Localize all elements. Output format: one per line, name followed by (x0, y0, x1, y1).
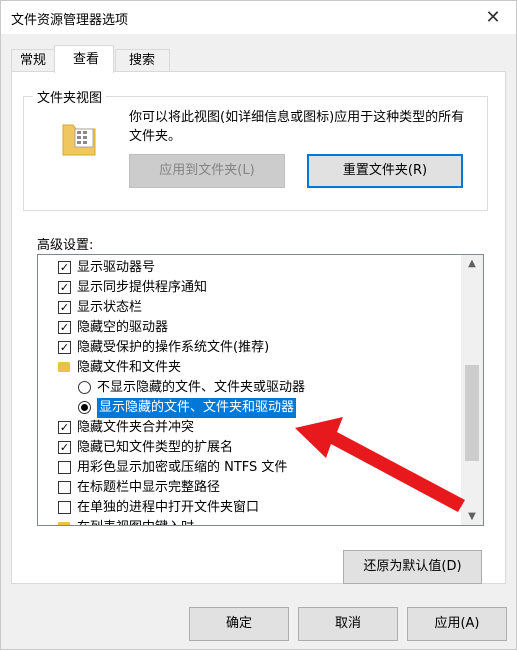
tree-item-label: 在标题栏中显示完整路径 (77, 480, 221, 495)
checkbox-unchecked-icon[interactable] (58, 501, 71, 514)
tree-scrollbar[interactable]: ▲ ▼ (461, 255, 483, 525)
checkbox-checked-icon[interactable]: ✓ (58, 261, 71, 274)
advanced-settings-label: 高级设置: (37, 238, 94, 253)
advanced-settings-tree[interactable]: ✓ 显示驱动器号 ✓ 显示同步提供程序通知 ✓ 显示状态栏 ✓ 隐藏空的驱动器 ✓ 隐藏受保护的操… (37, 254, 484, 526)
checkbox-checked-icon[interactable]: ✓ (58, 441, 71, 454)
tree-item-label: 不显示隐藏的文件、文件夹或驱动器 (97, 380, 306, 395)
folder-icon (58, 362, 70, 372)
apply-button[interactable]: 应用(A) (407, 607, 507, 641)
tree-group-row: 在列表视图中键入时 (38, 518, 463, 525)
reset-folders-button[interactable]: 重置文件夹(R) (307, 154, 463, 188)
tree-item-label: 在单独的进程中打开文件夹窗口 (77, 500, 260, 515)
checkbox-option-row[interactable]: ✓ 显示状态栏 (38, 298, 463, 318)
checkbox-option-row[interactable]: ✓ 隐藏文件夹合并冲突 (38, 418, 463, 438)
tab-label: 搜索 (129, 53, 156, 68)
close-icon[interactable]: ✕ (470, 1, 516, 34)
folder-view-icon (62, 124, 96, 156)
tree-item-label: 显示状态栏 (77, 300, 143, 315)
checkbox-option-row[interactable]: ✓ 隐藏空的驱动器 (38, 318, 463, 338)
checkbox-checked-icon[interactable]: ✓ (58, 341, 71, 354)
radio-option-row[interactable]: 显示隐藏的文件、文件夹和驱动器 (38, 398, 463, 418)
scroll-up-icon[interactable]: ▲ (461, 255, 483, 272)
tree-item-label: 用彩色显示加密或压缩的 NTFS 文件 (77, 460, 288, 475)
checkbox-option-row[interactable]: 用彩色显示加密或压缩的 NTFS 文件 (38, 458, 463, 478)
tab-search[interactable]: 搜索 (115, 49, 170, 72)
cancel-button[interactable]: 取消 (298, 607, 398, 641)
apply-to-folders-button[interactable]: 应用到文件夹(L) (129, 154, 285, 188)
tree-item-label: 隐藏受保护的操作系统文件(推荐) (77, 340, 270, 355)
tree-item-label: 隐藏已知文件类型的扩展名 (77, 440, 234, 455)
tree-group-row: 隐藏文件和文件夹 (38, 358, 463, 378)
window-title: 文件资源管理器选项 (11, 13, 129, 28)
checkbox-unchecked-icon[interactable] (58, 481, 71, 494)
checkbox-option-row[interactable]: ✓ 显示同步提供程序通知 (38, 278, 463, 298)
tab-label: 查看 (73, 52, 100, 67)
title-bar: 文件资源管理器选项 ✕ (1, 1, 516, 34)
tree-item-label: 显示同步提供程序通知 (77, 280, 208, 295)
folder-icon (58, 522, 70, 525)
radio-option-row[interactable]: 不显示隐藏的文件、文件夹或驱动器 (38, 378, 463, 398)
checkbox-option-row[interactable]: ✓ 隐藏受保护的操作系统文件(推荐) (38, 338, 463, 358)
checkbox-option-row[interactable]: ✓ 隐藏已知文件类型的扩展名 (38, 438, 463, 458)
checkbox-unchecked-icon[interactable] (58, 461, 71, 474)
checkbox-checked-icon[interactable]: ✓ (58, 281, 71, 294)
ok-button[interactable]: 确定 (189, 607, 289, 641)
restore-defaults-button[interactable]: 还原为默认值(D) (343, 550, 482, 584)
scroll-thumb[interactable] (465, 365, 479, 461)
tree-item-label: 隐藏空的驱动器 (77, 320, 169, 335)
checkbox-checked-icon[interactable]: ✓ (58, 301, 71, 314)
checkbox-checked-icon[interactable]: ✓ (58, 321, 71, 334)
folder-views-label: 文件夹视图 (33, 87, 107, 106)
checkbox-option-row[interactable]: 在单独的进程中打开文件夹窗口 (38, 498, 463, 518)
folder-views-description: 你可以将此视图(如详细信息或图标)应用于这种类型的所有文件夹。 (129, 110, 465, 144)
radio-selected-icon[interactable] (78, 401, 91, 414)
radio-unselected-icon[interactable] (78, 381, 91, 394)
checkbox-checked-icon[interactable]: ✓ (58, 421, 71, 434)
tree-item-label: 隐藏文件夹合并冲突 (77, 420, 195, 435)
checkbox-option-row[interactable]: ✓ 显示驱动器号 (38, 258, 463, 278)
scroll-down-icon[interactable]: ▼ (461, 508, 483, 525)
tree-item-label: 隐藏文件和文件夹 (77, 360, 182, 375)
tab-general[interactable]: 常规 (11, 49, 55, 72)
tree-item-label: 显示驱动器号 (77, 260, 156, 275)
tree-item-label: 在列表视图中键入时 (77, 518, 194, 525)
checkbox-option-row[interactable]: 在标题栏中显示完整路径 (38, 478, 463, 498)
folder-options-dialog: 文件资源管理器选项 ✕ 常规 查看 搜索 文件夹视图 你可以将此视图(如详细信息… (0, 0, 517, 650)
tab-view[interactable]: 查看 (54, 45, 114, 73)
tab-label: 常规 (20, 53, 47, 68)
tree-item-label: 显示隐藏的文件、文件夹和驱动器 (97, 398, 297, 418)
